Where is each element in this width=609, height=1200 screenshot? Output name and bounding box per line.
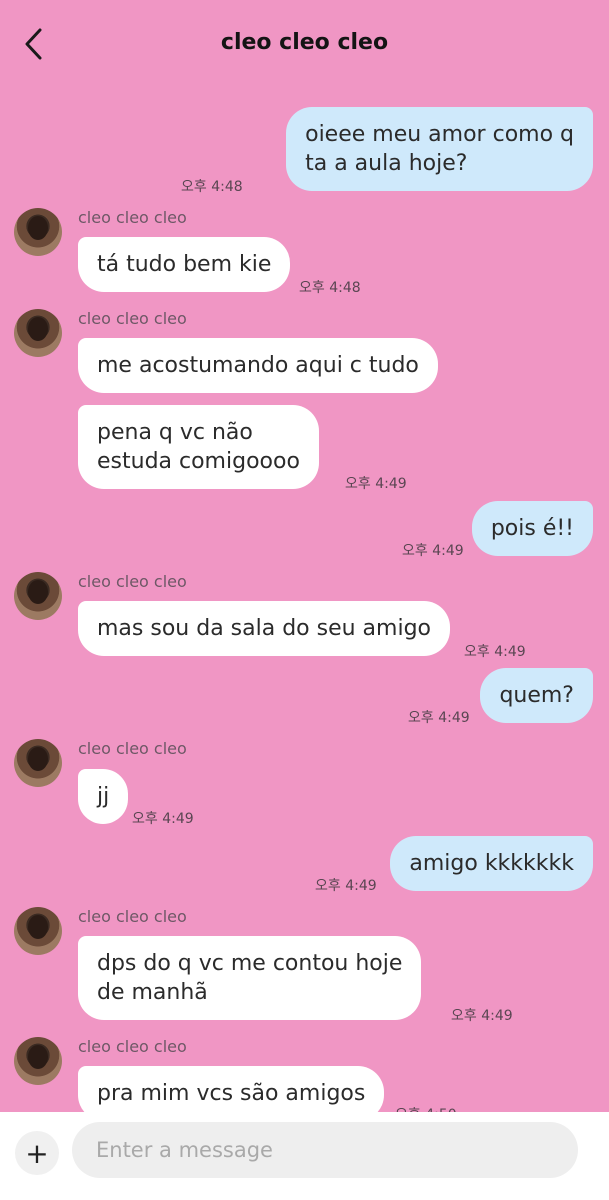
message-line: de manhã xyxy=(97,980,208,1005)
plus-icon: + xyxy=(25,1136,49,1170)
message-bubble-outgoing[interactable]: oieee meu amor como q ta a aula hoje? xyxy=(286,107,593,191)
message-timestamp: 오후 4:49 xyxy=(132,811,194,827)
message-list[interactable]: oieee meu amor como q ta a aula hoje? 오후… xyxy=(0,90,609,1112)
message-timestamp: 오후 4:48 xyxy=(181,179,243,195)
message-line: ta a aula hoje? xyxy=(305,151,468,176)
avatar[interactable] xyxy=(14,572,62,620)
message-bubble-outgoing[interactable]: quem? xyxy=(480,668,593,723)
avatar[interactable] xyxy=(14,309,62,357)
message-timestamp: 오후 4:48 xyxy=(299,280,361,296)
message-timestamp: 오후 4:49 xyxy=(315,878,377,894)
message-line: tá tudo bem kie xyxy=(97,252,272,277)
message-bubble-incoming[interactable]: pena q vc não estuda comigoooo xyxy=(78,405,319,489)
message-line: quem? xyxy=(499,683,574,708)
message-line: pois é!! xyxy=(490,516,574,541)
message-timestamp: 오후 4:49 xyxy=(451,1008,513,1024)
message-timestamp: 오후 4:49 xyxy=(402,543,464,559)
sender-name: cleo cleo cleo xyxy=(78,208,187,227)
message-bubble-incoming[interactable]: mas sou da sala do seu amigo xyxy=(78,601,450,656)
message-bubble-incoming[interactable]: dps do q vc me contou hoje de manhã xyxy=(78,936,422,1020)
message-timestamp: 오후 4:50 xyxy=(395,1104,457,1112)
message-timestamp: 오후 4:49 xyxy=(345,476,407,492)
message-timestamp: 오후 4:49 xyxy=(408,710,470,726)
avatar[interactable] xyxy=(14,1037,62,1085)
chat-title: cleo cleo cleo xyxy=(220,30,389,55)
message-input[interactable] xyxy=(72,1122,578,1178)
message-line: amigo kkkkkkk xyxy=(409,851,574,876)
message-line: me acostumando aqui c tudo xyxy=(97,353,419,378)
avatar[interactable] xyxy=(14,907,62,955)
message-timestamp: 오후 4:49 xyxy=(464,644,526,660)
message-bubble-incoming[interactable]: jj xyxy=(78,769,129,824)
composer-bar: + xyxy=(0,1112,609,1200)
sender-name: cleo cleo cleo xyxy=(78,572,187,591)
message-line: pra mim vcs são amigos xyxy=(97,1081,366,1106)
message-line: mas sou da sala do seu amigo xyxy=(97,616,431,641)
sender-name: cleo cleo cleo xyxy=(78,309,187,328)
message-bubble-outgoing[interactable]: pois é!! xyxy=(471,501,593,556)
message-bubble-incoming[interactable]: me acostumando aqui c tudo xyxy=(78,338,438,393)
add-attachment-button[interactable]: + xyxy=(15,1131,59,1175)
message-line: jj xyxy=(97,784,110,809)
message-line: estuda comigoooo xyxy=(97,449,300,474)
message-line: pena q vc não xyxy=(97,420,253,445)
avatar[interactable] xyxy=(14,208,62,256)
message-bubble-incoming[interactable]: tá tudo bem kie xyxy=(78,237,291,292)
message-bubble-outgoing[interactable]: amigo kkkkkkk xyxy=(390,836,593,891)
avatar[interactable] xyxy=(14,739,62,787)
message-bubble-incoming[interactable]: pra mim vcs são amigos xyxy=(78,1066,385,1112)
chat-header: cleo cleo cleo xyxy=(0,0,609,90)
sender-name: cleo cleo cleo xyxy=(78,739,187,758)
sender-name: cleo cleo cleo xyxy=(78,1037,187,1056)
sender-name: cleo cleo cleo xyxy=(78,907,187,926)
message-line: oieee meu amor como q xyxy=(305,122,574,147)
message-line: dps do q vc me contou hoje xyxy=(97,951,403,976)
